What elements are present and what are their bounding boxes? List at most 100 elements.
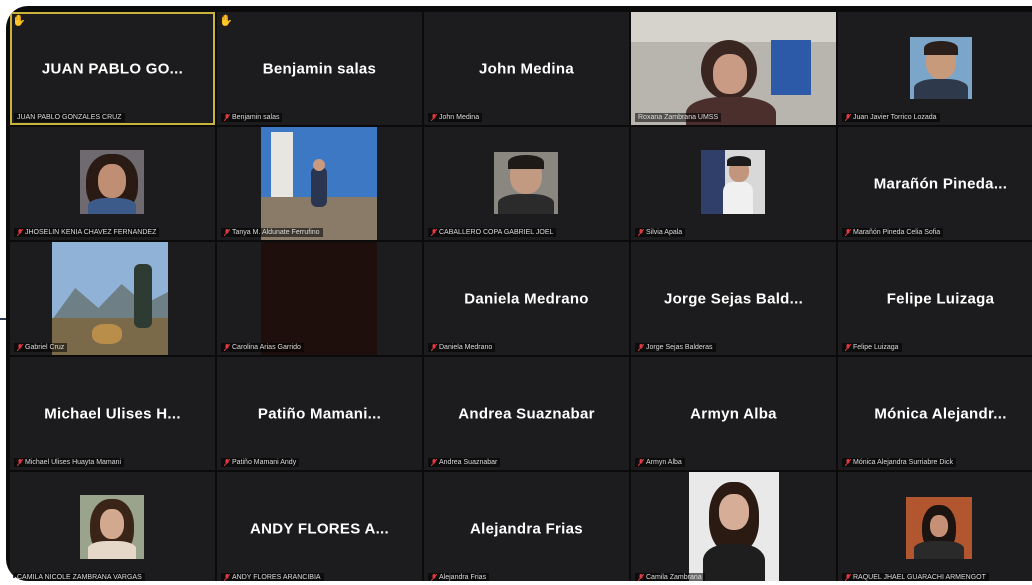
participant-name: Michael Ulises Huayta Mamani bbox=[25, 459, 122, 466]
muted-mic-icon bbox=[845, 344, 851, 351]
participant-name-label: Mónica Alejandra Surriabre Dick bbox=[842, 458, 956, 467]
participant-display-name: Mónica Alejandr... bbox=[874, 405, 1007, 422]
muted-mic-icon bbox=[845, 114, 851, 121]
participant-display-name: Jorge Sejas Bald... bbox=[663, 290, 804, 307]
muted-mic-icon bbox=[224, 574, 230, 581]
participant-tile[interactable]: John Medina John Medina bbox=[424, 12, 629, 125]
participant-tile[interactable]: Alejandra Frias Alejandra Frias bbox=[424, 472, 629, 581]
participant-display-name: Armyn Alba bbox=[690, 405, 777, 422]
participant-name-label: Juan Javier Torrico Lozada bbox=[842, 113, 940, 122]
participant-name-label: Camila Zambrana bbox=[635, 573, 705, 581]
participant-tile[interactable]: Silvia Apala bbox=[631, 127, 836, 240]
participant-tile[interactable]: Michael Ulises H... Michael Ulises Huayt… bbox=[10, 357, 215, 470]
participant-name-label: Jorge Sejas Balderas bbox=[635, 343, 716, 352]
participant-photo bbox=[906, 497, 972, 559]
participant-name-label: Felipe Luizaga bbox=[842, 343, 902, 352]
participant-name: Felipe Luizaga bbox=[853, 344, 899, 351]
participant-name-label: JHOSELIN KENIA CHAVEZ FERNANDEZ bbox=[14, 228, 160, 237]
participant-name: JHOSELIN KENIA CHAVEZ FERNANDEZ bbox=[25, 229, 157, 236]
participant-name: Silvia Apala bbox=[646, 229, 683, 236]
participant-tile[interactable]: Roxana Zambrana UMSS bbox=[631, 12, 836, 125]
participant-tile[interactable]: CABALLERO COPA GABRIEL JOEL bbox=[424, 127, 629, 240]
participant-tile[interactable]: ✋ Benjamin salas Benjamin salas bbox=[217, 12, 422, 125]
participant-tile[interactable]: Carolina Arias Garrido bbox=[217, 242, 422, 355]
participant-tile[interactable]: Tanya M. Aldunate Ferrufino bbox=[217, 127, 422, 240]
participant-photo bbox=[689, 472, 779, 581]
muted-mic-icon bbox=[224, 459, 230, 466]
participant-photo bbox=[80, 150, 144, 214]
participant-display-name: JUAN PABLO GO... bbox=[41, 60, 184, 77]
muted-mic-icon bbox=[638, 344, 644, 351]
participant-name-label: John Medina bbox=[428, 113, 483, 122]
participant-name: CAMILA NICOLE ZAMBRANA VARGAS bbox=[17, 574, 142, 581]
participant-name: Juan Javier Torrico Lozada bbox=[853, 114, 937, 121]
participant-tile[interactable]: Juan Javier Torrico Lozada bbox=[838, 12, 1032, 125]
muted-mic-icon bbox=[224, 114, 230, 121]
participant-name-label: Daniela Medrano bbox=[428, 343, 496, 352]
participant-name: Patiño Mamani Andy bbox=[232, 459, 297, 466]
participant-display-name: John Medina bbox=[479, 60, 574, 77]
participant-display-name: Marañón Pineda... bbox=[873, 175, 1008, 192]
participant-name-label: Silvia Apala bbox=[635, 228, 686, 237]
participant-name-label: Alejandra Frias bbox=[428, 573, 490, 581]
participant-display-name: Patiño Mamani... bbox=[257, 405, 382, 422]
muted-mic-icon bbox=[845, 459, 851, 466]
participant-tile[interactable]: Marañón Pineda... Marañón Pineda Celia S… bbox=[838, 127, 1032, 240]
participant-tile[interactable]: ANDY FLORES A... ANDY FLORES ARANCIBIA bbox=[217, 472, 422, 581]
participant-name: Tanya M. Aldunate Ferrufino bbox=[232, 229, 320, 236]
participant-tile[interactable]: Andrea Suaznabar Andrea Suaznabar bbox=[424, 357, 629, 470]
participant-tile[interactable]: Armyn Alba Armyn Alba bbox=[631, 357, 836, 470]
participant-photo bbox=[261, 127, 377, 240]
participant-display-name: ANDY FLORES A... bbox=[250, 520, 389, 537]
participant-photo bbox=[494, 152, 558, 214]
participant-display-name: Felipe Luizaga bbox=[886, 290, 995, 307]
muted-mic-icon bbox=[431, 459, 437, 466]
participant-photo bbox=[80, 495, 144, 559]
participant-tile[interactable]: ✋ JUAN PABLO GO... JUAN PABLO GONZALES C… bbox=[10, 12, 215, 125]
participant-tile[interactable]: JHOSELIN KENIA CHAVEZ FERNANDEZ bbox=[10, 127, 215, 240]
participant-tile[interactable]: Camila Zambrana bbox=[631, 472, 836, 581]
participant-name: Jorge Sejas Balderas bbox=[646, 344, 713, 351]
participant-photo bbox=[910, 37, 972, 99]
participant-tile[interactable]: Gabriel Cruz bbox=[10, 242, 215, 355]
participant-video bbox=[261, 242, 377, 355]
participant-photo bbox=[52, 242, 168, 355]
muted-mic-icon bbox=[224, 229, 230, 236]
muted-mic-icon bbox=[431, 114, 437, 121]
participant-tile[interactable]: Felipe Luizaga Felipe Luizaga bbox=[838, 242, 1032, 355]
raised-hand-icon: ✋ bbox=[219, 15, 233, 27]
participant-name: Carolina Arias Garrido bbox=[232, 344, 301, 351]
participant-name-label: Roxana Zambrana UMSS bbox=[635, 113, 722, 122]
muted-mic-icon bbox=[17, 229, 23, 236]
muted-mic-icon bbox=[845, 229, 851, 236]
participant-tile[interactable]: Mónica Alejandr... Mónica Alejandra Surr… bbox=[838, 357, 1032, 470]
participant-name-label: Benjamin salas bbox=[221, 113, 283, 122]
participant-name: Roxana Zambrana UMSS bbox=[638, 114, 719, 121]
muted-mic-icon bbox=[638, 574, 644, 581]
participant-tile[interactable]: Patiño Mamani... Patiño Mamani Andy bbox=[217, 357, 422, 470]
muted-mic-icon bbox=[17, 459, 23, 466]
video-conference-window: ✋ JUAN PABLO GO... JUAN PABLO GONZALES C… bbox=[6, 6, 1032, 581]
participant-name: Daniela Medrano bbox=[439, 344, 493, 351]
muted-mic-icon bbox=[224, 344, 230, 351]
participant-tile[interactable]: RAQUEL JHAEL GUARACHI ARMENGOT bbox=[838, 472, 1032, 581]
participant-name: Gabriel Cruz bbox=[25, 344, 65, 351]
muted-mic-icon bbox=[431, 344, 437, 351]
participant-name: CABALLERO COPA GABRIEL JOEL bbox=[439, 229, 554, 236]
participant-grid: ✋ JUAN PABLO GO... JUAN PABLO GONZALES C… bbox=[10, 12, 1032, 581]
participant-display-name: Daniela Medrano bbox=[464, 290, 589, 307]
participant-display-name: Benjamin salas bbox=[262, 60, 377, 77]
participant-name-label: CABALLERO COPA GABRIEL JOEL bbox=[428, 228, 557, 237]
participant-tile[interactable]: Jorge Sejas Bald... Jorge Sejas Balderas bbox=[631, 242, 836, 355]
muted-mic-icon bbox=[638, 459, 644, 466]
participant-name-label: RAQUEL JHAEL GUARACHI ARMENGOT bbox=[842, 573, 989, 581]
participant-display-name: Andrea Suaznabar bbox=[458, 405, 595, 422]
raised-hand-icon: ✋ bbox=[12, 15, 26, 27]
participant-tile[interactable]: Daniela Medrano Daniela Medrano bbox=[424, 242, 629, 355]
participant-tile[interactable]: CAMILA NICOLE ZAMBRANA VARGAS bbox=[10, 472, 215, 581]
participant-name: ANDY FLORES ARANCIBIA bbox=[232, 574, 321, 581]
participant-name-label: CAMILA NICOLE ZAMBRANA VARGAS bbox=[14, 573, 145, 581]
participant-display-name: Alejandra Frias bbox=[470, 520, 583, 537]
participant-name-label: Andrea Suaznabar bbox=[428, 458, 501, 467]
participant-name-label: Tanya M. Aldunate Ferrufino bbox=[221, 228, 323, 237]
